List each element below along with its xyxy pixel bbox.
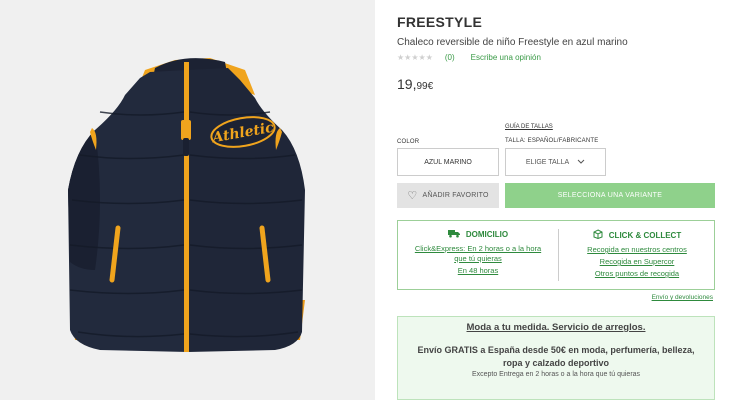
size-select[interactable]: ELIGE TALLA: [505, 148, 606, 176]
rating-row: ★★★★★ (0) Escribe una opinión: [397, 53, 541, 62]
shipping-returns-link[interactable]: Envío y devoluciones: [652, 294, 713, 301]
express-delivery-link-cont[interactable]: que tú quieras: [398, 254, 558, 264]
pickup-supercor-link[interactable]: Recogida en Supercor: [558, 257, 716, 267]
size-label: TALLA: ESPAÑOL/FABRICANTE: [505, 138, 599, 144]
pickup-stores-link[interactable]: Recogida en nuestros centros: [558, 245, 716, 255]
price-integer: 19,: [397, 76, 417, 92]
add-favorite-label: AÑADIR FAVORITO: [422, 192, 489, 199]
price-decimal: 99€: [416, 81, 434, 92]
size-select-placeholder: ELIGE TALLA: [525, 158, 570, 166]
promo-title-link[interactable]: Moda a tu medida. Servicio de arreglos.: [398, 322, 714, 333]
click-collect: CLICK & COLLECT Recogida en nuestros cen…: [558, 221, 716, 289]
48h-delivery-link[interactable]: En 48 horas: [398, 266, 558, 276]
product-brand[interactable]: FREESTYLE: [397, 14, 482, 30]
promo-box: Moda a tu medida. Servicio de arreglos. …: [397, 316, 715, 400]
chevron-down-icon: [577, 158, 585, 167]
product-title: Chaleco reversible de niño Freestyle en …: [397, 37, 628, 48]
reviews-count-link[interactable]: (0): [445, 53, 455, 62]
add-favorite-button[interactable]: ♡ AÑADIR FAVORITO: [397, 183, 499, 208]
color-option[interactable]: AZUL MARINO: [397, 148, 499, 176]
select-variant-button[interactable]: SELECCIONA UNA VARIANTE: [505, 183, 715, 208]
express-delivery-link[interactable]: Click&Express: En 2 horas o a la hora: [398, 244, 558, 254]
pickup-other-link[interactable]: Otros puntos de recogida: [558, 269, 716, 279]
click-collect-title: CLICK & COLLECT: [608, 230, 682, 240]
delivery-options: DOMICILIO Click&Express: En 2 horas o a …: [397, 220, 715, 290]
product-image-panel[interactable]: Athletic: [0, 0, 375, 400]
product-price: 19,99€: [397, 76, 433, 92]
box-icon: [593, 229, 603, 241]
promo-note: Excepto Entrega en 2 horas o a la hora q…: [471, 371, 641, 378]
promo-body: Envío GRATIS a España desde 50€ en moda,…: [417, 345, 695, 368]
heart-icon: ♡: [407, 190, 418, 202]
home-delivery: DOMICILIO Click&Express: En 2 horas o a …: [398, 221, 558, 289]
home-delivery-title: DOMICILIO: [465, 230, 509, 239]
product-info: FREESTYLE Chaleco reversible de niño Fre…: [397, 0, 717, 400]
write-review-link[interactable]: Escribe una opinión: [471, 53, 541, 62]
rating-stars: ★★★★★: [397, 53, 433, 62]
vest-image: Athletic: [68, 58, 305, 352]
size-guide-link[interactable]: GUÍA DE TALLAS: [505, 124, 553, 130]
color-label: COLOR: [397, 139, 420, 145]
truck-icon: [447, 229, 460, 240]
